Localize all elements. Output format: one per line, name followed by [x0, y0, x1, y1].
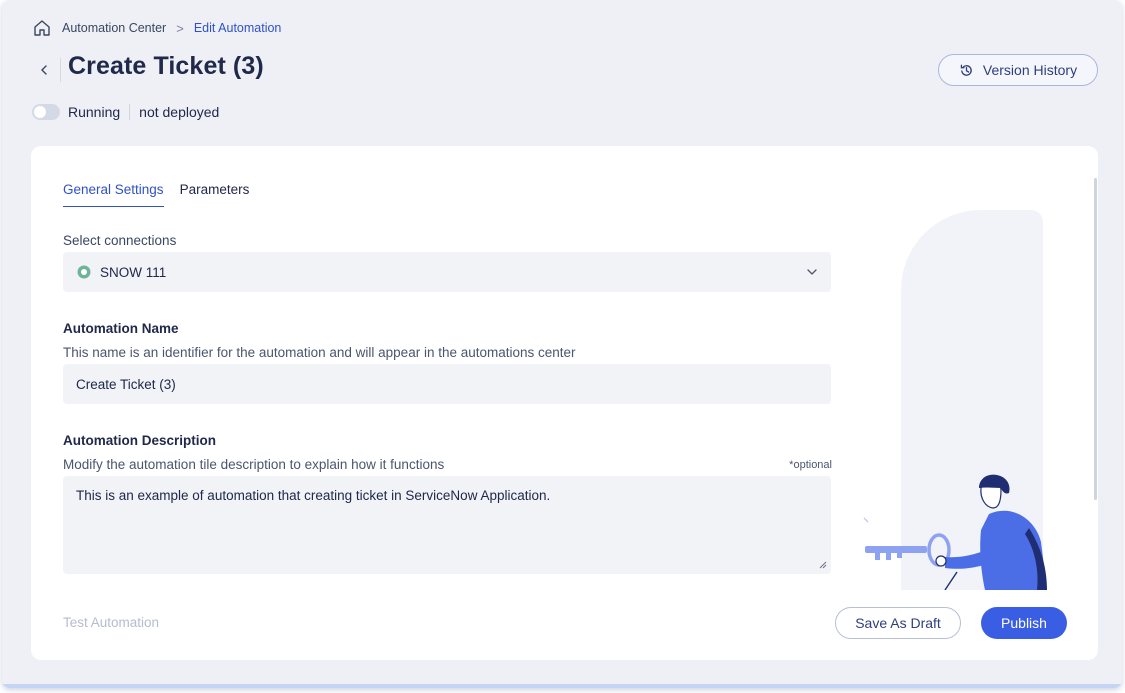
test-automation-button[interactable]: Test Automation — [63, 615, 159, 630]
connection-icon — [77, 265, 91, 279]
connections-selected-value: SNOW 111 — [100, 264, 167, 280]
settings-card: General Settings Parameters Select conne… — [31, 146, 1098, 660]
breadcrumb-edit-automation[interactable]: Edit Automation — [194, 21, 282, 35]
breadcrumb-separator: > — [176, 20, 184, 36]
tab-general-settings[interactable]: General Settings — [63, 182, 164, 207]
deploy-status: not deployed — [139, 104, 220, 120]
page-title: Create Ticket (3) — [68, 52, 264, 80]
scrollbar[interactable] — [1094, 178, 1097, 500]
version-history-button[interactable]: Version History — [938, 54, 1098, 86]
breadcrumb: Automation Center > Edit Automation — [32, 18, 281, 38]
chevron-left-icon — [41, 65, 47, 75]
connections-select[interactable]: SNOW 111 — [63, 252, 831, 292]
breadcrumb-automation-center[interactable]: Automation Center — [62, 21, 166, 35]
optional-label: *optional — [789, 459, 832, 471]
select-connections-label: Select connections — [63, 233, 177, 248]
history-icon — [960, 64, 972, 76]
bottom-accent-bar — [2, 684, 1122, 688]
running-toggle[interactable] — [32, 104, 60, 120]
key-person-illustration — [863, 210, 1047, 590]
back-button[interactable] — [34, 58, 54, 82]
automation-description-textarea[interactable]: This is an example of automation that cr… — [63, 476, 831, 574]
resize-handle-icon[interactable] — [817, 559, 827, 569]
app-window: Automation Center > Edit Automation Crea… — [2, 0, 1122, 688]
toggle-knob — [34, 106, 46, 118]
automation-name-input[interactable] — [63, 364, 831, 404]
header-divider — [60, 58, 61, 82]
tab-bar: General Settings Parameters — [63, 182, 249, 207]
status-row: Running not deployed — [32, 104, 219, 120]
chevron-down-icon — [807, 269, 817, 275]
home-icon[interactable] — [32, 18, 52, 38]
automation-name-title: Automation Name — [63, 321, 179, 336]
automation-name-hint: This name is an identifier for the autom… — [63, 345, 576, 360]
automation-description-title: Automation Description — [63, 433, 217, 448]
tab-parameters[interactable]: Parameters — [180, 182, 250, 207]
automation-description-hint: Modify the automation tile description t… — [63, 457, 445, 472]
save-as-draft-button[interactable]: Save As Draft — [835, 607, 961, 639]
publish-button[interactable]: Publish — [981, 607, 1067, 639]
running-label: Running — [68, 104, 121, 120]
status-divider — [129, 104, 131, 120]
version-history-label: Version History — [982, 62, 1078, 78]
